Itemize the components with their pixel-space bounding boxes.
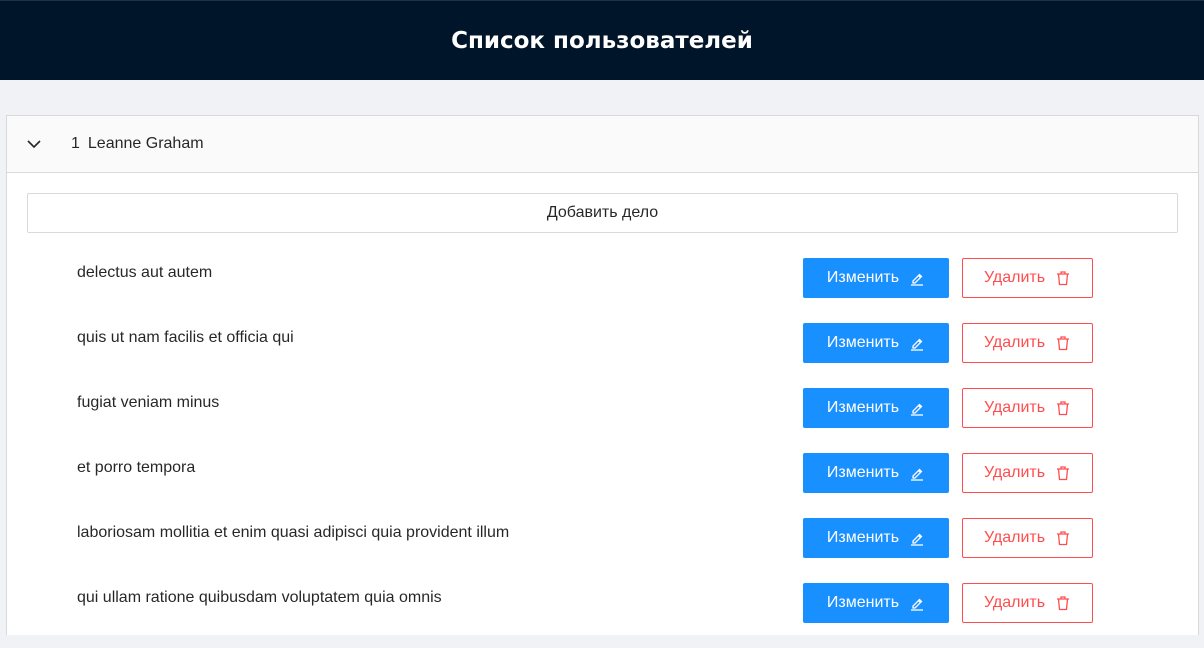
todo-item: delectus aut autem Изменить Удалить: [27, 258, 1178, 323]
todo-list: delectus aut autem Изменить Удалить quis…: [27, 258, 1178, 648]
add-todo-button[interactable]: Добавить дело: [27, 193, 1178, 233]
delete-button[interactable]: Удалить: [962, 388, 1093, 428]
delete-button[interactable]: Удалить: [962, 518, 1093, 558]
edit-button[interactable]: Изменить: [803, 323, 949, 363]
page-title: Список пользователей: [451, 27, 753, 54]
todo-item: laboriosam mollitia et enim quasi adipis…: [27, 518, 1178, 583]
edit-icon: [909, 400, 925, 416]
edit-button[interactable]: Изменить: [803, 518, 949, 558]
todo-item: qui ullam ratione quibusdam voluptatem q…: [27, 583, 1178, 648]
delete-button[interactable]: Удалить: [962, 453, 1093, 493]
edit-icon: [909, 530, 925, 546]
edit-button-label: Изменить: [826, 594, 900, 611]
todo-item: et porro tempora Изменить Удалить: [27, 453, 1178, 518]
todo-title: qui ullam ratione quibusdam voluptatem q…: [77, 589, 442, 606]
edit-icon: [909, 270, 925, 286]
delete-button-label: Удалить: [983, 464, 1046, 481]
trash-icon: [1055, 400, 1071, 416]
edit-button[interactable]: Изменить: [803, 583, 949, 623]
todo-title: delectus aut autem: [77, 264, 213, 281]
edit-button-label: Изменить: [826, 399, 900, 416]
edit-button-label: Изменить: [826, 269, 900, 286]
todo-title: laboriosam mollitia et enim quasi adipis…: [77, 524, 510, 541]
user-panel-header[interactable]: 1 Leanne Graham: [7, 116, 1198, 173]
edit-icon: [909, 465, 925, 481]
edit-button[interactable]: Изменить: [803, 388, 949, 428]
trash-icon: [1055, 270, 1071, 286]
edit-button[interactable]: Изменить: [803, 453, 949, 493]
delete-button[interactable]: Удалить: [962, 583, 1093, 623]
todo-item: fugiat veniam minus Изменить Удалить: [27, 388, 1178, 453]
chevron-down-icon[interactable]: [27, 139, 43, 149]
trash-icon: [1055, 335, 1071, 351]
edit-icon: [909, 335, 925, 351]
page-header: Список пользователей: [0, 0, 1204, 80]
edit-button-label: Изменить: [826, 334, 900, 351]
user-id: 1: [71, 135, 80, 152]
trash-icon: [1055, 530, 1071, 546]
user-name: Leanne Graham: [87, 135, 204, 152]
delete-button-label: Удалить: [983, 594, 1046, 611]
delete-button[interactable]: Удалить: [962, 323, 1093, 363]
delete-button-label: Удалить: [983, 529, 1046, 546]
delete-button-label: Удалить: [983, 269, 1046, 286]
user-panel-body: Добавить дело delectus aut autem Изменит…: [7, 173, 1198, 648]
edit-button-label: Изменить: [826, 529, 900, 546]
todo-item: quis ut nam facilis et officia qui Измен…: [27, 323, 1178, 388]
trash-icon: [1055, 465, 1071, 481]
delete-button-label: Удалить: [983, 399, 1046, 416]
todo-title: quis ut nam facilis et officia qui: [77, 329, 294, 346]
edit-button[interactable]: Изменить: [803, 258, 949, 298]
edit-icon: [909, 595, 925, 611]
delete-button-label: Удалить: [983, 334, 1046, 351]
delete-button[interactable]: Удалить: [962, 258, 1093, 298]
todo-title: fugiat veniam minus: [77, 394, 220, 411]
trash-icon: [1055, 595, 1071, 611]
todo-title: et porro tempora: [77, 459, 196, 476]
edit-button-label: Изменить: [826, 464, 900, 481]
user-collapse-panel: 1 Leanne Graham Добавить дело delectus a…: [6, 115, 1199, 635]
